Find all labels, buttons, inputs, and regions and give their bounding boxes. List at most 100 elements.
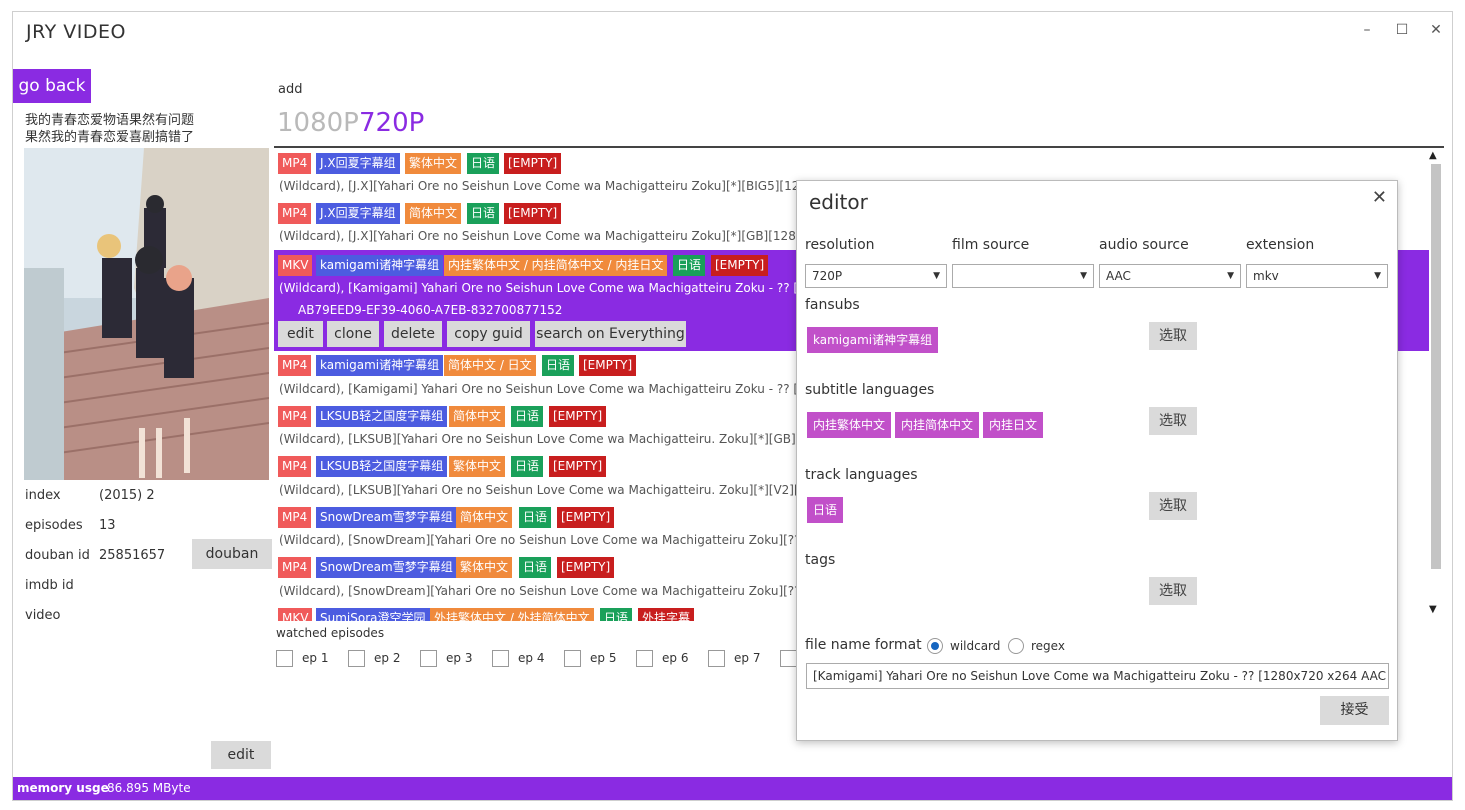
language-tag: 日语 (673, 255, 706, 276)
douban-id-label: douban id (25, 548, 90, 563)
memory-usage-label: memory usge (17, 781, 109, 795)
search-everything-button[interactable]: search on Everything (535, 321, 686, 347)
resolution-label: resolution (805, 237, 875, 253)
episode-label: ep 2 (374, 651, 401, 665)
subtitle-tag: 简体中文 (456, 507, 513, 528)
subtitle-tag: 简体中文 / 日文 (444, 355, 536, 376)
edit-series-button[interactable]: edit (211, 741, 271, 769)
fansub-tag: kamigami诸神字幕组 (316, 355, 444, 376)
copy-guid-button[interactable]: copy guid (447, 321, 530, 347)
checkbox-box[interactable] (348, 650, 365, 667)
poster-image (24, 148, 269, 480)
empty-tag: [EMPTY] (711, 255, 769, 276)
tags-label: tags (805, 552, 836, 568)
episode-label: ep 6 (662, 651, 689, 665)
filename: (Wildcard), [SnowDream][Yahari Ore no Se… (279, 533, 872, 547)
subtitle-tag: 简体中文 (405, 203, 462, 224)
episodes-label: episodes (25, 518, 83, 533)
filename: (Wildcard), [J.X][Yahari Ore no Seishun … (279, 229, 869, 243)
fansub-tag: LKSUB轻之国度字幕组 (316, 456, 448, 477)
regex-radio[interactable] (1008, 638, 1024, 654)
file-name-format-label: file name format (805, 637, 922, 653)
language-tag: 日语 (519, 557, 552, 578)
index-value: (2015) 2 (99, 488, 155, 503)
language-tag: 日语 (511, 456, 544, 477)
extension-tag: MKV (278, 608, 313, 621)
maximize-icon[interactable]: ☐ (1388, 18, 1416, 42)
subtitle-tag: 繁体中文 (405, 153, 462, 174)
resolution-tab-1080p[interactable]: 1080P (277, 108, 359, 138)
file-name-format-input[interactable]: [Kamigami] Yahari Ore no Seishun Love Co… (806, 663, 1389, 689)
close-icon[interactable]: ✕ (1372, 187, 1387, 208)
scroll-down-icon[interactable]: ▼ (1429, 604, 1437, 615)
language-tag: 日语 (542, 355, 575, 376)
audio-source-select-value: AAC (1106, 269, 1131, 283)
series-title-line-1: 我的青春恋爱物语果然有问题 (25, 113, 195, 128)
minimize-icon[interactable]: – (1353, 18, 1381, 42)
extension-label: extension (1246, 237, 1315, 253)
language-tag: 日语 (467, 203, 500, 224)
imdb-id-label: imdb id (25, 578, 74, 593)
pick-subtitles-button[interactable]: 选取 (1149, 407, 1197, 435)
delete-button[interactable]: delete (384, 321, 442, 347)
empty-tag: [EMPTY] (557, 507, 615, 528)
guid-text: AB79EED9-EF39-4060-A7EB-832700877152 (298, 303, 563, 317)
checkbox-box[interactable] (420, 650, 437, 667)
app-title: JRY VIDEO (26, 21, 126, 43)
extension-select[interactable]: mkv ▼ (1246, 264, 1388, 288)
checkbox-box[interactable] (276, 650, 293, 667)
track-chip[interactable]: 日语 (807, 497, 844, 523)
pick-tracks-button[interactable]: 选取 (1149, 492, 1197, 520)
series-title: 我的青春恋爱物语果然有问题 果然我的青春恋爱喜剧搞错了 (25, 112, 194, 146)
film-source-select[interactable]: ▼ (952, 264, 1094, 288)
close-icon[interactable]: ✕ (1422, 18, 1450, 42)
checkbox-box[interactable] (636, 650, 653, 667)
accept-button[interactable]: 接受 (1320, 696, 1389, 725)
chevron-down-icon: ▼ (1374, 271, 1381, 281)
douban-button[interactable]: douban (192, 539, 272, 569)
extension-tag: MP4 (278, 355, 312, 376)
empty-tag: [EMPTY] (504, 203, 562, 224)
language-tag: 日语 (600, 608, 633, 621)
fansub-tag: SnowDream雪梦字幕组 (316, 557, 457, 578)
video-label: video (25, 608, 61, 623)
fansub-tag: J.X回夏字幕组 (316, 153, 400, 174)
pick-tags-button[interactable]: 选取 (1149, 577, 1197, 605)
subtitle-chip[interactable]: 内挂繁体中文 (807, 412, 892, 438)
filename: (Wildcard), [LKSUB][Yahari Ore no Seishu… (279, 432, 870, 446)
subtitle-chip[interactable]: 内挂简体中文 (895, 412, 980, 438)
go-back-button[interactable]: go back (13, 69, 91, 103)
episode-label: ep 3 (446, 651, 473, 665)
episodes-value: 13 (99, 518, 116, 533)
track-languages-label: track languages (805, 467, 918, 483)
checkbox-box[interactable] (492, 650, 509, 667)
filename: (Wildcard), [Kamigami] Yahari Ore no Sei… (279, 281, 859, 295)
extension-tag: MP4 (278, 406, 312, 427)
subtitle-tag: 外挂繁体中文 / 外挂简体中文 (430, 608, 594, 621)
resolution-tab-720p[interactable]: 720P (359, 108, 424, 138)
fansub-chip[interactable]: kamigami诸神字幕组 (807, 327, 939, 353)
language-tag: 日语 (511, 406, 544, 427)
index-label: index (25, 488, 61, 503)
audio-source-select[interactable]: AAC ▼ (1099, 264, 1241, 288)
checkbox-box[interactable] (780, 650, 797, 667)
subtitle-chip[interactable]: 内挂日文 (983, 412, 1044, 438)
resolution-select[interactable]: 720P ▼ (805, 264, 947, 288)
chevron-down-icon: ▼ (1080, 271, 1087, 281)
empty-tag: [EMPTY] (557, 557, 615, 578)
episode-label: ep 4 (518, 651, 545, 665)
checkbox-box[interactable] (708, 650, 725, 667)
extension-tag: MP4 (278, 557, 312, 578)
add-link[interactable]: add (278, 82, 302, 97)
wildcard-radio[interactable] (927, 638, 943, 654)
pick-fansubs-button[interactable]: 选取 (1149, 322, 1197, 350)
extension-select-value: mkv (1253, 269, 1279, 283)
clone-button[interactable]: clone (327, 321, 379, 347)
scrollbar-thumb[interactable] (1431, 164, 1441, 569)
scroll-up-icon[interactable]: ▲ (1429, 150, 1437, 161)
checkbox-box[interactable] (564, 650, 581, 667)
subtitle-tag: 繁体中文 (456, 557, 513, 578)
resolution-select-value: 720P (812, 269, 843, 283)
edit-button[interactable]: edit (278, 321, 323, 347)
editor-dialog: editor ✕ resolution film source audio so… (796, 180, 1398, 741)
